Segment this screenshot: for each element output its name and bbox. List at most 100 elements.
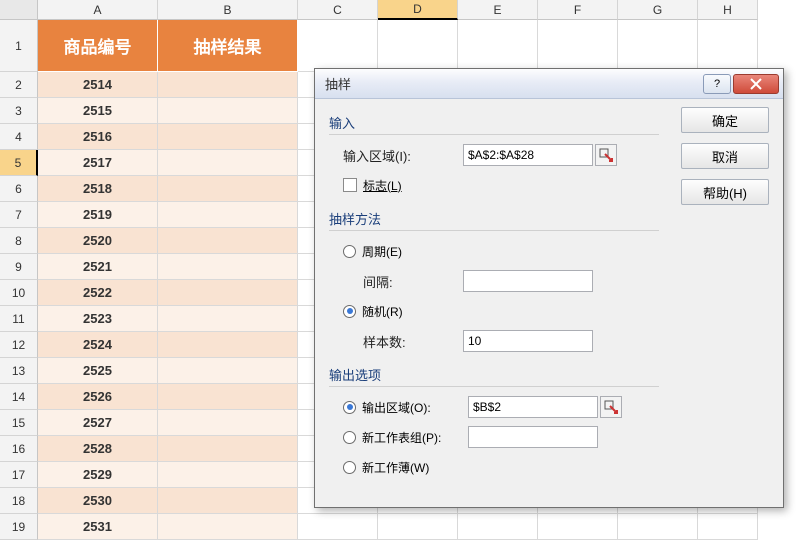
cell-a[interactable]: 2530 (38, 488, 158, 514)
cell[interactable] (378, 20, 458, 72)
cell-a[interactable]: 2514 (38, 72, 158, 98)
cell-a[interactable]: 2521 (38, 254, 158, 280)
cell-b[interactable] (158, 384, 298, 410)
row-header[interactable]: 13 (0, 358, 38, 384)
cell[interactable] (458, 20, 538, 72)
dialog-titlebar[interactable]: 抽样 ? (315, 69, 783, 99)
col-header-f[interactable]: F (538, 0, 618, 20)
row-header[interactable]: 19 (0, 514, 38, 540)
row-header[interactable]: 18 (0, 488, 38, 514)
output-range-radio[interactable] (343, 401, 356, 414)
col-header-c[interactable]: C (298, 0, 378, 20)
cell-b[interactable] (158, 488, 298, 514)
cell-a[interactable]: 2528 (38, 436, 158, 462)
cell[interactable] (618, 20, 698, 72)
col-header-b[interactable]: B (158, 0, 298, 20)
cell-a[interactable]: 2515 (38, 98, 158, 124)
row-header[interactable]: 6 (0, 176, 38, 202)
row-header[interactable]: 17 (0, 462, 38, 488)
col-header-e[interactable]: E (458, 0, 538, 20)
cell[interactable] (698, 20, 758, 72)
col-header-a[interactable]: A (38, 0, 158, 20)
range-picker-button[interactable] (600, 396, 622, 418)
cell-a[interactable]: 2527 (38, 410, 158, 436)
cell[interactable] (538, 20, 618, 72)
ok-button[interactable]: 确定 (681, 107, 769, 133)
cell-b[interactable] (158, 332, 298, 358)
cell[interactable] (378, 514, 458, 540)
row-header[interactable]: 3 (0, 98, 38, 124)
samples-field[interactable] (463, 330, 593, 352)
input-range-field[interactable] (463, 144, 593, 166)
cell[interactable] (538, 514, 618, 540)
close-button[interactable] (733, 74, 779, 94)
header-cell-a[interactable]: 商品编号 (38, 20, 158, 72)
new-book-radio[interactable] (343, 461, 356, 474)
output-range-field[interactable] (468, 396, 598, 418)
cell-b[interactable] (158, 98, 298, 124)
cell-a[interactable]: 2526 (38, 384, 158, 410)
cell-b[interactable] (158, 462, 298, 488)
cell-b[interactable] (158, 436, 298, 462)
cell-b[interactable] (158, 514, 298, 540)
cell[interactable] (458, 514, 538, 540)
cell-b[interactable] (158, 124, 298, 150)
interval-label: 间隔: (363, 272, 463, 291)
cell-b[interactable] (158, 358, 298, 384)
row-header[interactable]: 7 (0, 202, 38, 228)
cell-a[interactable]: 2520 (38, 228, 158, 254)
cell-b[interactable] (158, 228, 298, 254)
cell-a[interactable]: 2531 (38, 514, 158, 540)
row-header[interactable]: 8 (0, 228, 38, 254)
header-row: 1 商品编号 抽样结果 (0, 20, 758, 72)
cell[interactable] (618, 514, 698, 540)
cell-b[interactable] (158, 202, 298, 228)
help-button[interactable]: 帮助(H) (681, 179, 769, 205)
col-header-d[interactable]: D (378, 0, 458, 20)
periodic-radio[interactable] (343, 245, 356, 258)
row-header[interactable]: 14 (0, 384, 38, 410)
row-header[interactable]: 16 (0, 436, 38, 462)
cell-a[interactable]: 2524 (38, 332, 158, 358)
row-header[interactable]: 9 (0, 254, 38, 280)
cell-b[interactable] (158, 176, 298, 202)
cell-a[interactable]: 2519 (38, 202, 158, 228)
cell-a[interactable]: 2517 (38, 150, 158, 176)
cell-b[interactable] (158, 254, 298, 280)
row-header[interactable]: 5 (0, 150, 38, 176)
cell-a[interactable]: 2522 (38, 280, 158, 306)
select-all-corner[interactable] (0, 0, 38, 20)
row-header[interactable]: 15 (0, 410, 38, 436)
cell-b[interactable] (158, 280, 298, 306)
help-titlebar-button[interactable]: ? (703, 74, 731, 94)
new-sheet-field[interactable] (468, 426, 598, 448)
cell[interactable] (298, 514, 378, 540)
range-picker-icon (599, 148, 613, 162)
cell-a[interactable]: 2525 (38, 358, 158, 384)
col-header-h[interactable]: H (698, 0, 758, 20)
cell-a[interactable]: 2529 (38, 462, 158, 488)
row-header[interactable]: 12 (0, 332, 38, 358)
row-header[interactable]: 2 (0, 72, 38, 98)
range-picker-button[interactable] (595, 144, 617, 166)
cell-b[interactable] (158, 410, 298, 436)
flags-checkbox[interactable] (343, 178, 357, 192)
cell-a[interactable]: 2518 (38, 176, 158, 202)
cell-a[interactable]: 2523 (38, 306, 158, 332)
row-header[interactable]: 4 (0, 124, 38, 150)
random-radio[interactable] (343, 305, 356, 318)
cell[interactable] (698, 514, 758, 540)
row-header[interactable]: 10 (0, 280, 38, 306)
new-sheet-radio[interactable] (343, 431, 356, 444)
cell-b[interactable] (158, 150, 298, 176)
row-header-1[interactable]: 1 (0, 20, 38, 72)
cell-a[interactable]: 2516 (38, 124, 158, 150)
cancel-button[interactable]: 取消 (681, 143, 769, 169)
row-header[interactable]: 11 (0, 306, 38, 332)
interval-field[interactable] (463, 270, 593, 292)
col-header-g[interactable]: G (618, 0, 698, 20)
cell-b[interactable] (158, 306, 298, 332)
cell[interactable] (298, 20, 378, 72)
header-cell-b[interactable]: 抽样结果 (158, 20, 298, 72)
cell-b[interactable] (158, 72, 298, 98)
